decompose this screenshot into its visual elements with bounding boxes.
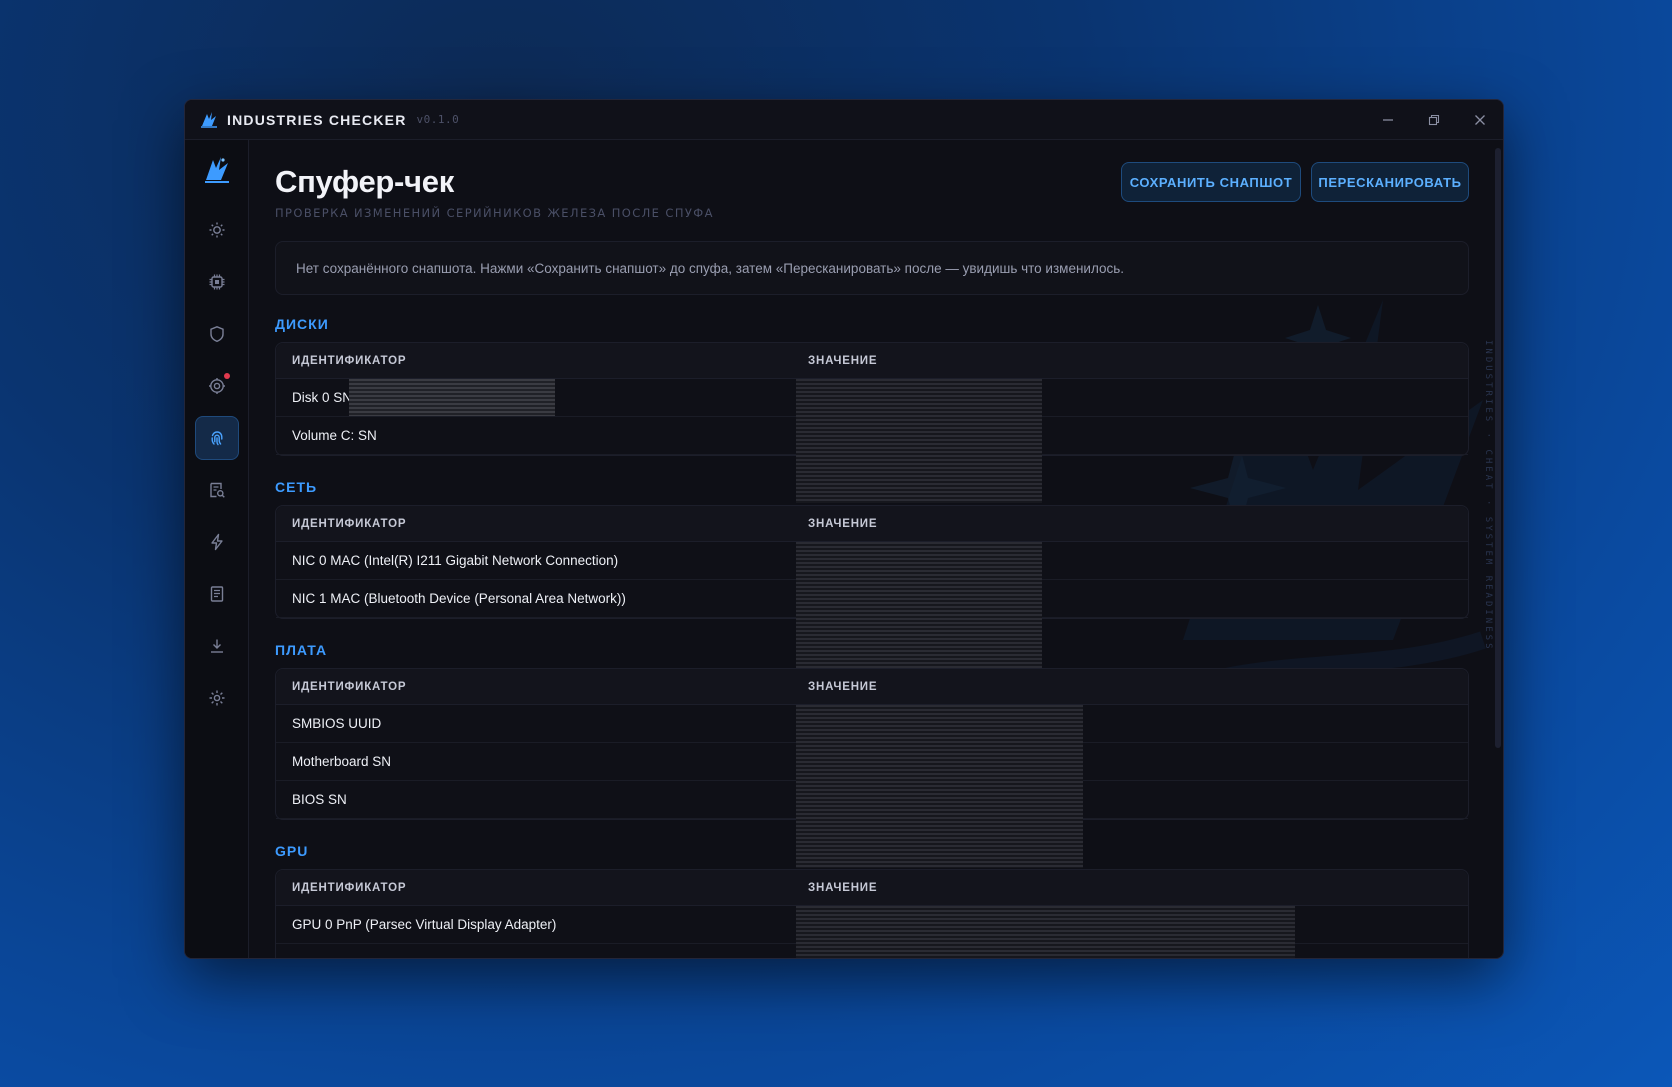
- table-header: ИДЕНТИФИКАТОР ЗНАЧЕНИЕ: [276, 669, 1468, 705]
- row-identifier: NIC 0 MAC (Intel(R) I211 Gigabit Network…: [292, 553, 619, 568]
- redacted-value: [796, 906, 1295, 958]
- column-header-value: ЗНАЧЕНИЕ: [808, 355, 878, 367]
- row-identifier: SMBIOS UUID: [292, 716, 382, 731]
- restore-button[interactable]: [1411, 100, 1457, 140]
- sidebar-logo-icon[interactable]: [201, 154, 233, 186]
- scrollbar[interactable]: [1495, 148, 1501, 748]
- vertical-brand-text: INDUSTRIES · CHEAT · SYSTEM READINESS: [1483, 340, 1493, 652]
- section-title-board: ПЛАТА: [275, 642, 328, 658]
- table-header: ИДЕНТИФИКАТОР ЗНАЧЕНИЕ: [276, 870, 1468, 906]
- column-header-id: ИДЕНТИФИКАТОР: [292, 882, 407, 894]
- bolt-icon: [211, 533, 223, 551]
- sidebar-item-settings[interactable]: [195, 676, 239, 720]
- rescan-button[interactable]: ПЕРЕСКАНИРОВАТЬ: [1311, 162, 1469, 202]
- search-list-icon: [210, 482, 225, 498]
- page-subtitle: ПРОВЕРКА ИЗМЕНЕНИЙ СЕРИЙНИКОВ ЖЕЛЕЗА ПОС…: [275, 206, 714, 220]
- column-header-id: ИДЕНТИФИКАТОР: [292, 518, 407, 530]
- section-title-network: СЕТЬ: [275, 479, 318, 495]
- row-identifier: Volume C: SN: [292, 428, 377, 443]
- redacted-value: [796, 379, 1042, 503]
- sidebar-item-spoofer-check[interactable]: [195, 416, 239, 460]
- save-snapshot-button[interactable]: СОХРАНИТЬ СНАПШОТ: [1121, 162, 1301, 202]
- sidebar-item-downloads[interactable]: [195, 624, 239, 668]
- section-title-disks: ДИСКИ: [275, 316, 329, 332]
- redacted-value: [796, 542, 1042, 668]
- table-header: ИДЕНТИФИКАТОР ЗНАЧЕНИЕ: [276, 343, 1468, 379]
- redacted-value: [349, 379, 555, 416]
- column-header-id: ИДЕНТИФИКАТОР: [292, 681, 407, 693]
- sidebar-item-overview[interactable]: [195, 208, 239, 252]
- sidebar-item-detection[interactable]: [195, 364, 239, 408]
- minimize-button[interactable]: [1365, 100, 1411, 140]
- notification-badge: [224, 373, 230, 379]
- main-content: INDUSTRIES · CHEAT · SYSTEM READINESS Сп…: [249, 140, 1503, 958]
- restore-icon: [1428, 114, 1440, 126]
- sidebar-item-performance[interactable]: [195, 520, 239, 564]
- notice-text: Нет сохранённого снапшота. Нажми «Сохран…: [296, 260, 1125, 276]
- column-header-value: ЗНАЧЕНИЕ: [808, 882, 878, 894]
- sidebar: [185, 140, 249, 958]
- sidebar-item-protection[interactable]: [195, 312, 239, 356]
- board-table: ИДЕНТИФИКАТОР ЗНАЧЕНИЕ SMBIOS UUID Mothe…: [275, 668, 1469, 868]
- download-icon: [211, 639, 223, 653]
- target-icon: [209, 378, 225, 394]
- app-title: INDUSTRIES CHECKER: [227, 111, 407, 128]
- chip-icon: [209, 274, 225, 290]
- sidebar-item-scan-log[interactable]: [195, 468, 239, 512]
- page-title: Спуфер-чек: [275, 164, 454, 199]
- close-icon: [1475, 115, 1485, 125]
- sidebar-item-hardware[interactable]: [195, 260, 239, 304]
- minimize-icon: [1383, 119, 1393, 121]
- redacted-value: [796, 705, 1083, 868]
- row-identifier: Motherboard SN: [292, 754, 392, 769]
- sidebar-item-reports[interactable]: [195, 572, 239, 616]
- document-icon: [210, 586, 224, 602]
- app-logo-icon: [201, 111, 217, 128]
- section-title-gpu: GPU: [275, 843, 309, 859]
- close-button[interactable]: [1457, 100, 1503, 140]
- fingerprint-icon: [211, 431, 223, 446]
- table-header: ИДЕНТИФИКАТОР ЗНАЧЕНИЕ: [276, 506, 1468, 542]
- column-header-value: ЗНАЧЕНИЕ: [808, 518, 878, 530]
- row-identifier: BIOS SN: [292, 792, 347, 807]
- column-header-id: ИДЕНТИФИКАТОР: [292, 355, 407, 367]
- gpu-table: ИДЕНТИФИКАТОР ЗНАЧЕНИЕ GPU 0 PnP (Parsec…: [275, 869, 1469, 958]
- no-snapshot-notice: Нет сохранённого снапшота. Нажми «Сохран…: [275, 241, 1469, 295]
- app-version: v0.1.0: [416, 113, 460, 126]
- row-identifier: GPU 0 PnP (Parsec Virtual Display Adapte…: [292, 917, 557, 932]
- settings-icon: [209, 690, 225, 706]
- app-window: INDUSTRIES CHECKER v0.1.0 INDUSTRIES · C…: [184, 99, 1504, 959]
- row-identifier: Disk 0 SN: [292, 390, 353, 405]
- shield-icon: [210, 326, 224, 343]
- disks-table: ИДЕНТИФИКАТОР ЗНАЧЕНИЕ Disk 0 SN Volume …: [275, 342, 1469, 503]
- network-table: ИДЕНТИФИКАТОР ЗНАЧЕНИЕ NIC 0 MAC (Intel(…: [275, 505, 1469, 668]
- title-bar[interactable]: INDUSTRIES CHECKER v0.1.0: [185, 100, 1503, 140]
- row-identifier: NIC 1 MAC (Bluetooth Device (Personal Ar…: [292, 591, 626, 606]
- column-header-value: ЗНАЧЕНИЕ: [808, 681, 878, 693]
- sun-icon: [209, 222, 225, 238]
